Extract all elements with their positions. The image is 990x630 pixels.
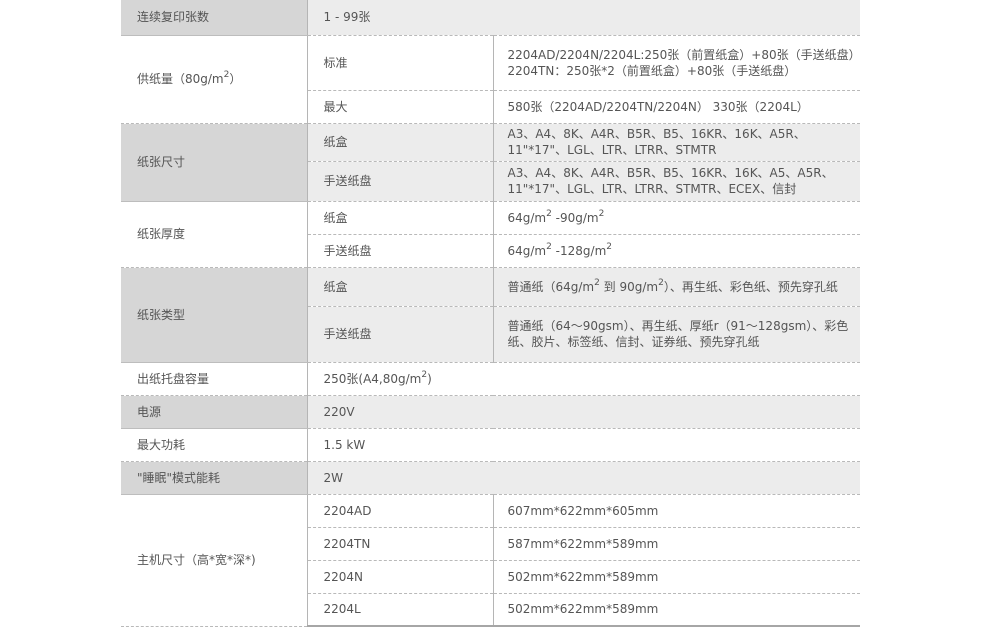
sublabel-cassette: 纸盒 bbox=[306, 123, 493, 162]
row-dimensions-model: 主机尺寸（高*宽*深*) 2204AD 607mm*622mm*605mm bbox=[121, 494, 860, 627]
value-paper-size-bypass: A3、A4、8K、A4R、B5R、B5、16KR、16K、A5、A5R、11"*… bbox=[492, 161, 860, 202]
label-output-tray: 出纸托盘容量 bbox=[121, 362, 307, 396]
row-paper-type-cassette: 纸张类型 纸盒 普通纸（64g/m2 到 90g/m2）、再生纸、彩色纸、预先穿… bbox=[121, 267, 860, 363]
label-max-power: 最大功耗 bbox=[121, 428, 307, 462]
label-paper-size: 纸张尺寸 bbox=[121, 123, 307, 202]
row-sleep-power: "睡眠"模式能耗 2W bbox=[121, 461, 860, 495]
dimension-model-value: 607mm*622mm*605mm bbox=[492, 494, 860, 528]
label-paper-weight: 纸张厚度 bbox=[121, 201, 307, 268]
value-continuous-copies: 1 - 99张 bbox=[306, 0, 860, 36]
value-paper-size-cassette: A3、A4、8K、A4R、B5R、B5、16KR、16K、A5R、11"*17"… bbox=[492, 123, 860, 162]
value-standard-capacity: 2204AD/2204N/2204L:250张（前置纸盒）+80张（手送纸盘） 2… bbox=[492, 35, 860, 91]
sublabel-standard: 标准 bbox=[306, 35, 493, 91]
value-paper-weight-cassette: 64g/m2 -90g/m2 bbox=[492, 201, 860, 235]
value-paper-type-bypass: 普通纸（64～90gsm）、再生纸、厚纸r（91～128gsm）、彩色纸、胶片、… bbox=[492, 306, 860, 363]
dimension-model-value: 587mm*622mm*589mm bbox=[492, 527, 860, 561]
label-paper-capacity: 供纸量（80g/m2） bbox=[121, 35, 307, 124]
label-dimensions: 主机尺寸（高*宽*深*) bbox=[121, 494, 307, 627]
row-continuous-copies: 连续复印张数 1 - 99张 bbox=[121, 0, 860, 36]
sublabel-cassette: 纸盒 bbox=[306, 267, 493, 307]
value-sleep-power: 2W bbox=[306, 461, 860, 495]
label-sleep-power: "睡眠"模式能耗 bbox=[121, 461, 307, 495]
row-output-tray: 出纸托盘容量 250张(A4,80g/m2) bbox=[121, 362, 860, 396]
dimension-model-name: 2204AD bbox=[306, 494, 493, 528]
value-paper-weight-bypass: 64g/m2 -128g/m2 bbox=[492, 234, 860, 268]
spec-table: 连续复印张数 1 - 99张 供纸量（80g/m2） 标准 2204AD/220… bbox=[121, 0, 860, 627]
sublabel-max: 最大 bbox=[306, 90, 493, 124]
dimension-model-name: 2204N bbox=[306, 560, 493, 594]
value-power-supply: 220V bbox=[306, 395, 860, 429]
dimension-model-name: 2204TN bbox=[306, 527, 493, 561]
value-paper-type-cassette: 普通纸（64g/m2 到 90g/m2）、再生纸、彩色纸、预先穿孔纸 bbox=[492, 267, 860, 307]
row-power-supply: 电源 220V bbox=[121, 395, 860, 429]
dimension-model-name: 2204L bbox=[306, 593, 493, 627]
sublabel-bypass-tray: 手送纸盘 bbox=[306, 306, 493, 363]
label-power-supply: 电源 bbox=[121, 395, 307, 429]
value-max-power: 1.5 kW bbox=[306, 428, 860, 462]
dimension-model-value: 502mm*622mm*589mm bbox=[492, 560, 860, 594]
label-continuous-copies: 连续复印张数 bbox=[121, 0, 307, 36]
dimension-model-value: 502mm*622mm*589mm bbox=[492, 593, 860, 627]
sublabel-cassette: 纸盒 bbox=[306, 201, 493, 235]
sublabel-bypass-tray: 手送纸盘 bbox=[306, 161, 493, 202]
row-paper-weight-cassette: 纸张厚度 纸盒 64g/m2 -90g/m2 bbox=[121, 201, 860, 268]
row-paper-size-cassette: 纸张尺寸 纸盒 A3、A4、8K、A4R、B5R、B5、16KR、16K、A5R… bbox=[121, 123, 860, 202]
label-paper-type: 纸张类型 bbox=[121, 267, 307, 363]
value-max-capacity: 580张（2204AD/2204TN/2204N） 330张（2204L） bbox=[492, 90, 860, 124]
row-paper-capacity-standard: 供纸量（80g/m2） 标准 2204AD/2204N/2204L:250张（前… bbox=[121, 35, 860, 124]
row-max-power: 最大功耗 1.5 kW bbox=[121, 428, 860, 462]
sublabel-bypass-tray: 手送纸盘 bbox=[306, 234, 493, 268]
value-output-tray: 250张(A4,80g/m2) bbox=[306, 362, 860, 396]
